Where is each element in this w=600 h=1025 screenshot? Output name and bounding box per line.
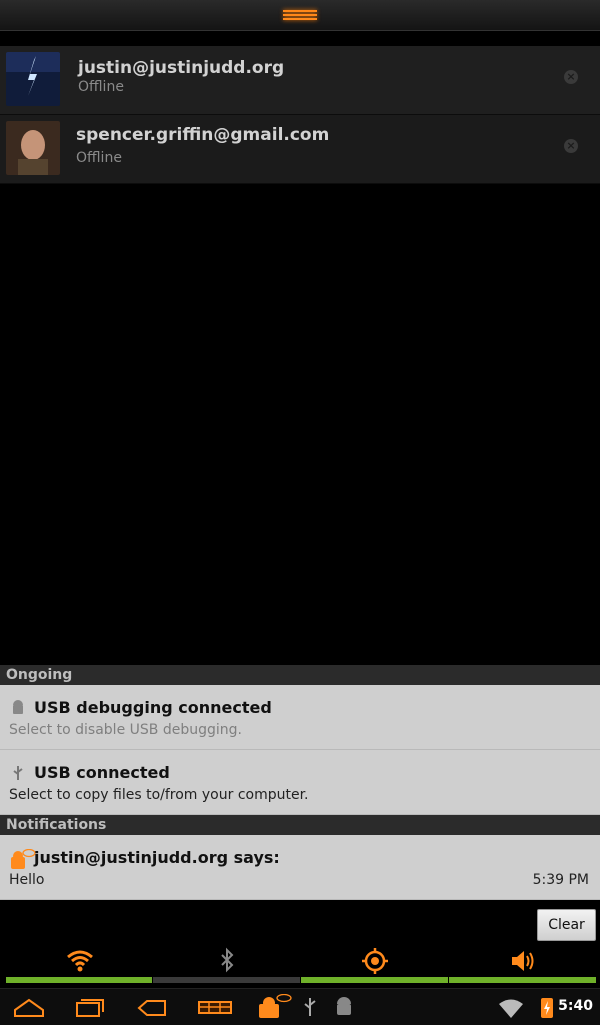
android-icon [9, 699, 27, 717]
drag-handle-icon[interactable] [283, 8, 317, 22]
contact-item[interactable]: justin@justinjudd.org Offline × [0, 46, 600, 115]
usb-icon [9, 764, 27, 782]
clear-button[interactable]: Clear [537, 909, 596, 941]
avatar [6, 121, 60, 175]
notifications-section: Notifications justin@justinjudd.org says… [0, 815, 600, 900]
notification-message-text: Hello [9, 872, 45, 888]
notification-title: USB debugging connected [34, 698, 272, 717]
home-icon[interactable] [12, 994, 46, 1020]
contact-name: spencer.griffin@gmail.com [76, 125, 330, 145]
notification-usb-connected[interactable]: USB connected Select to copy files to/fr… [0, 750, 600, 815]
close-icon[interactable]: × [564, 70, 578, 84]
contact-status: Offline [78, 79, 124, 95]
contact-item[interactable]: spencer.griffin@gmail.com Offline × [0, 115, 600, 184]
gps-toggle-bar [301, 977, 448, 983]
notification-subtitle: Select to disable USB debugging. [9, 722, 242, 738]
notification-usb-debugging[interactable]: USB debugging connected Select to disabl… [0, 685, 600, 750]
notification-drag-bar[interactable] [0, 0, 600, 31]
bluetooth-icon[interactable] [212, 946, 242, 976]
sound-toggle-bar [449, 977, 596, 983]
system-bar: 5:40 [0, 988, 600, 1025]
recent-apps-icon[interactable] [74, 994, 106, 1020]
close-icon[interactable]: × [564, 139, 578, 153]
contact-status: Offline [76, 150, 122, 166]
chat-android-icon [9, 848, 36, 869]
ongoing-section: Ongoing USB debugging connected Select t… [0, 665, 600, 815]
gps-icon[interactable] [360, 946, 390, 976]
wifi-toggle-bar [6, 977, 152, 983]
clock: 5:40 [558, 998, 593, 1014]
notification-message[interactable]: justin@justinjudd.org says: Hello 5:39 P… [0, 835, 600, 900]
bluetooth-toggle-bar [153, 977, 300, 983]
chat-notification-icon[interactable] [256, 993, 294, 1020]
battery-charging-icon [538, 994, 556, 1020]
android-debug-icon [333, 994, 355, 1020]
contact-name: justin@justinjudd.org [78, 58, 285, 78]
notification-title: USB connected [34, 763, 170, 782]
notification-subtitle: Select to copy files to/from your comput… [9, 787, 309, 803]
section-header-ongoing: Ongoing [0, 665, 600, 685]
avatar [6, 52, 60, 106]
contact-list: justin@justinjudd.org Offline × spencer.… [0, 46, 600, 184]
sound-icon[interactable] [508, 946, 538, 976]
back-icon[interactable] [136, 994, 168, 1020]
wifi-icon[interactable] [65, 946, 95, 976]
menu-icon[interactable] [196, 994, 234, 1020]
section-header-notifications: Notifications [0, 815, 600, 835]
notification-title: justin@justinjudd.org says: [34, 848, 280, 867]
wifi-signal-icon [497, 994, 525, 1020]
quick-settings [0, 942, 600, 986]
usb-status-icon [301, 994, 319, 1020]
notification-time: 5:39 PM [532, 872, 589, 888]
